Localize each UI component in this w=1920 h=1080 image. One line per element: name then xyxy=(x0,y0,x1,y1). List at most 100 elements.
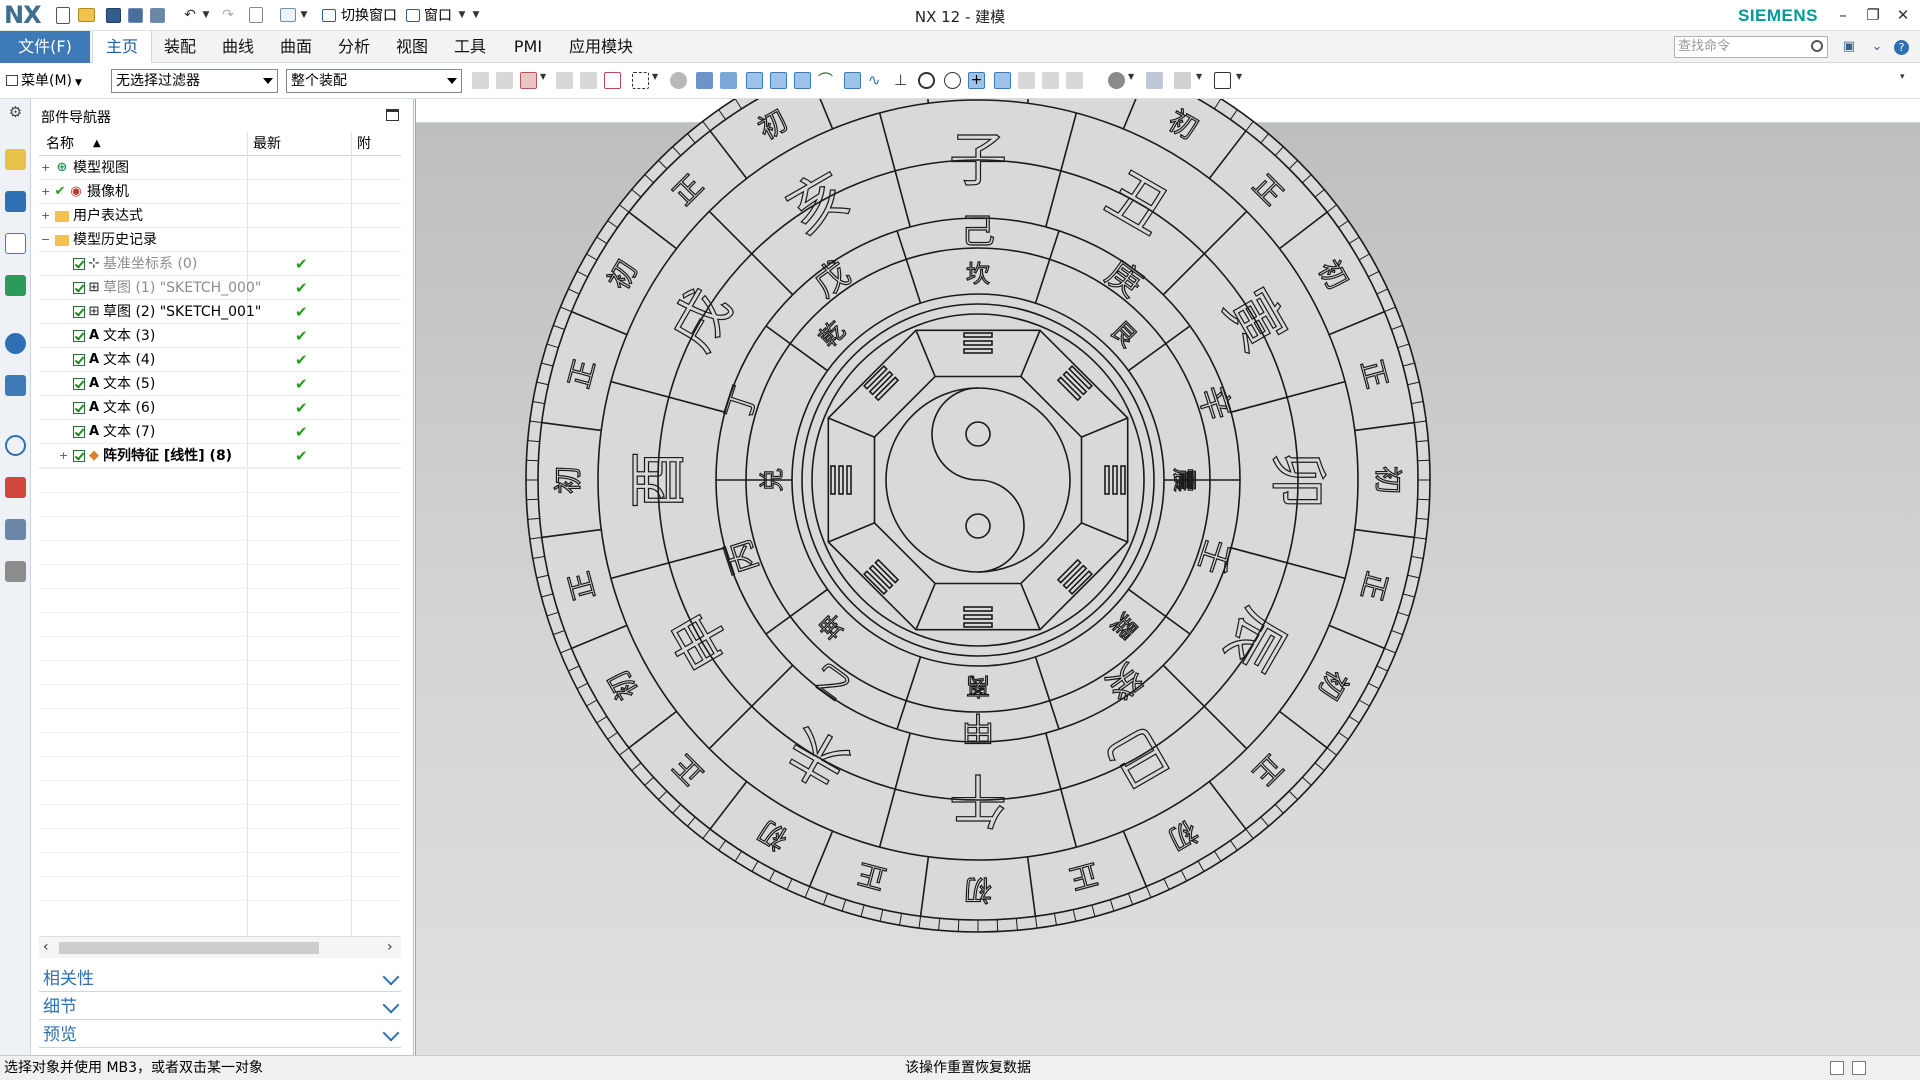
snap-endpoint-icon[interactable] xyxy=(746,72,763,89)
sheet-body-icon[interactable] xyxy=(696,72,713,89)
tree-node-text-6[interactable]: A 文本 (6) ✔ xyxy=(39,396,401,420)
chevron-down-icon[interactable]: ▼ xyxy=(1236,72,1244,89)
visibility-checkbox[interactable] xyxy=(73,450,85,462)
tree-node-sketch-2[interactable]: ⊞ 草图 (2) "SKETCH_001" ✔ xyxy=(39,300,401,324)
tab-pmi[interactable]: PMI xyxy=(503,31,553,63)
clipboard-icon[interactable] xyxy=(246,4,266,26)
selection-scope-dropdown[interactable]: 整个装配 xyxy=(286,69,462,93)
snap-on-curve-icon[interactable] xyxy=(994,72,1011,89)
section-dependencies[interactable]: 相关性 xyxy=(39,966,401,992)
tab-surface[interactable]: 曲面 xyxy=(271,31,321,63)
undo-icon[interactable]: ↶ xyxy=(180,4,200,26)
part-navigator-icon[interactable] xyxy=(5,233,26,254)
window-menu-button[interactable]: 窗口 xyxy=(424,5,452,25)
render-style-icon[interactable] xyxy=(1108,72,1125,89)
visibility-checkbox[interactable] xyxy=(73,426,85,438)
tree-node-model-history[interactable]: − 模型历史记录 xyxy=(39,228,401,252)
visibility-checkbox[interactable] xyxy=(73,306,85,318)
toolbar-overflow-icon[interactable]: ▾ xyxy=(1900,72,1910,89)
feature-select-icon[interactable] xyxy=(556,72,573,89)
tab-application[interactable]: 应用模块 xyxy=(561,31,641,63)
tab-curve[interactable]: 曲线 xyxy=(213,31,263,63)
edit-section-icon[interactable] xyxy=(1214,72,1231,89)
tree-node-text-7[interactable]: A 文本 (7) ✔ xyxy=(39,420,401,444)
system-materials-icon[interactable] xyxy=(5,477,26,498)
snap-quadrant-icon[interactable] xyxy=(944,72,961,89)
expand-icon[interactable]: + xyxy=(41,210,50,221)
body-select-icon[interactable] xyxy=(580,72,597,89)
chevron-down-icon[interactable]: ▼ xyxy=(1196,72,1204,89)
column-header-latest[interactable]: 最新 xyxy=(247,132,351,156)
tab-tools[interactable]: 工具 xyxy=(445,31,495,63)
tree-node-sketch-1[interactable]: ⊞ 草图 (1) "SKETCH_000" ✔ xyxy=(39,276,401,300)
tree-node-pattern-feature[interactable]: + ◆ 阵列特征 [线性] (8) ✔ xyxy=(39,444,401,468)
snap-curve-icon[interactable]: ⌒ xyxy=(818,72,835,89)
tree-node-text-4[interactable]: A 文本 (4) ✔ xyxy=(39,348,401,372)
switch-window-icon[interactable] xyxy=(320,4,338,26)
tab-home[interactable]: 主页 xyxy=(92,31,152,63)
ribbon-collapse-icon[interactable]: ⌄ xyxy=(1868,38,1886,56)
web-browser-icon[interactable] xyxy=(5,375,26,396)
chevron-down-icon[interactable]: ▼ xyxy=(652,72,660,89)
visibility-checkbox[interactable] xyxy=(73,378,85,390)
chevron-down-icon[interactable]: ▼ xyxy=(540,72,548,89)
process-studio-icon[interactable] xyxy=(5,519,26,540)
face-select-icon[interactable] xyxy=(604,72,621,89)
tree-node-text-3[interactable]: A 文本 (3) ✔ xyxy=(39,324,401,348)
snap-on-face-icon[interactable] xyxy=(1018,72,1035,89)
chevron-down-icon[interactable]: ▼ xyxy=(1128,72,1136,89)
expand-icon[interactable]: + xyxy=(59,450,68,461)
layer-visibility-icon[interactable] xyxy=(1174,72,1191,89)
constraint-navigator-icon[interactable] xyxy=(5,191,26,212)
tree-node-user-expressions[interactable]: + 用户表达式 xyxy=(39,204,401,228)
help-icon[interactable]: ? xyxy=(1894,40,1909,55)
snap-existing-point-icon[interactable] xyxy=(1066,72,1083,89)
tab-view[interactable]: 视图 xyxy=(387,31,437,63)
reset-filter-icon[interactable] xyxy=(496,72,513,89)
tree-node-cameras[interactable]: + ✔ ◉ 摄像机 xyxy=(39,180,401,204)
hd3d-tools-icon[interactable] xyxy=(5,333,26,354)
settings-gear-icon[interactable]: ⚙ xyxy=(5,103,26,124)
tree-node-text-5[interactable]: A 文本 (5) ✔ xyxy=(39,372,401,396)
switch-window-button[interactable]: 切换窗口 xyxy=(341,5,397,25)
window-dropdown-icon[interactable]: ▼ xyxy=(456,4,468,26)
save-icon[interactable] xyxy=(106,4,121,26)
visibility-checkbox[interactable] xyxy=(73,354,85,366)
tab-assembly[interactable]: 装配 xyxy=(155,31,205,63)
select-mode-icon[interactable] xyxy=(520,72,537,89)
restore-button[interactable]: ❐ xyxy=(1858,4,1888,26)
type-filter-dropdown[interactable]: 无选择过滤器 xyxy=(111,69,278,93)
main-menu-button[interactable]: 菜单(M) ▼ xyxy=(6,70,82,92)
minimize-button[interactable]: – xyxy=(1828,4,1858,26)
component-icon[interactable] xyxy=(720,72,737,89)
bagua-disc-model[interactable]: 子丑寅卯辰巳午未申酉戌亥 己庚辛壬癸甲乙丙丁戊 坎艮震巽离坤兑乾初正初正初正初正初正… xyxy=(416,99,1920,1055)
reuse-library-icon[interactable] xyxy=(5,275,26,296)
command-search-input[interactable]: 查找命令 xyxy=(1674,36,1828,58)
open-folder-icon[interactable] xyxy=(78,4,95,26)
solid-body-icon[interactable] xyxy=(670,72,687,89)
expand-icon[interactable]: + xyxy=(41,186,50,197)
ribbon-display-icon[interactable]: ▣ xyxy=(1840,38,1858,56)
snap-point-icon[interactable]: + xyxy=(968,72,985,89)
snap-center-icon[interactable] xyxy=(918,72,935,89)
assembly-navigator-icon[interactable] xyxy=(5,149,26,170)
history-clock-icon[interactable] xyxy=(5,435,26,456)
tab-analysis[interactable]: 分析 xyxy=(329,31,379,63)
window-icon[interactable] xyxy=(404,4,422,26)
status-panel-icon[interactable] xyxy=(1830,1061,1844,1075)
redo-icon[interactable]: ↷ xyxy=(218,4,238,26)
tree-node-datum-csys[interactable]: ⊹ 基准坐标系 (0) ✔ xyxy=(39,252,401,276)
section-preview[interactable]: 预览 xyxy=(39,1022,401,1048)
quick-access-customize-icon[interactable]: ▼ xyxy=(470,4,482,26)
snap-spline-icon[interactable]: ∿ xyxy=(868,72,885,89)
view-orientation-icon[interactable] xyxy=(1146,72,1163,89)
snap-bounded-icon[interactable] xyxy=(1042,72,1059,89)
save-all-icon[interactable] xyxy=(150,4,165,26)
scrollbar-thumb[interactable] xyxy=(59,942,319,954)
snap-intersection-icon[interactable] xyxy=(844,72,861,89)
visibility-checkbox[interactable] xyxy=(73,282,85,294)
graphics-window[interactable]: 子丑寅卯辰巳午未申酉戌亥己庚辛壬癸甲乙丙丁戊坎艮震巽离坤兑乾初正初正初正初正初正… xyxy=(415,99,1920,1055)
undo-dropdown-icon[interactable]: ▼ xyxy=(200,4,212,26)
scroll-right-icon[interactable]: › xyxy=(387,939,393,955)
snap-line-icon[interactable] xyxy=(770,72,787,89)
